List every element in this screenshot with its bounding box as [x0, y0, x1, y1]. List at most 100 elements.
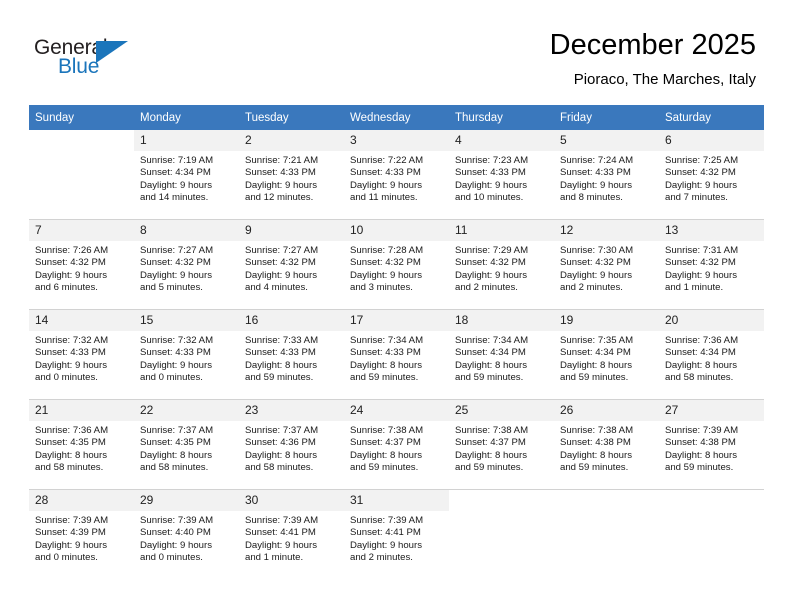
calendar-cell[interactable]: 22 Sunrise: 7:37 AM Sunset: 4:35 PM Dayligh… — [134, 399, 239, 490]
sunset-text: Sunset: 4:39 PM — [35, 527, 106, 539]
calendar-cell[interactable]: 21 Sunrise: 7:36 AM Sunset: 4:35 PM Dayligh… — [29, 399, 134, 490]
day-details: Sunrise: 7:27 AM Sunset: 4:32 PM Daylight:… — [239, 241, 344, 295]
calendar-cell[interactable]: 3 Sunrise: 7:22 AM Sunset: 4:33 PM Daylight… — [344, 130, 449, 220]
sunset-text: Sunset: 4:33 PM — [35, 347, 106, 359]
daylight-text: Daylight: 8 hours — [245, 449, 317, 461]
calendar-cell[interactable]: 17 Sunrise: 7:34 AM Sunset: 4:33 PM Dayligh… — [344, 309, 449, 400]
week-row: 1 Sunrise: 7:19 AM Sunset: 4:34 PM Daylight… — [29, 130, 764, 220]
daylight-text: and 2 minutes. — [350, 552, 413, 564]
calendar-cell[interactable]: 11 Sunrise: 7:29 AM Sunset: 4:32 PM Dayligh… — [449, 219, 554, 310]
day-cell: 5 Sunrise: 7:24 AM Sunset: 4:33 PM Daylight… — [554, 130, 659, 219]
calendar-cell[interactable]: 5 Sunrise: 7:24 AM Sunset: 4:33 PM Daylight… — [554, 130, 659, 220]
day-number: 28 — [29, 490, 134, 511]
day-number: 17 — [344, 310, 449, 331]
weekday-header-thursday: Thursday — [449, 105, 554, 130]
daylight-text: and 59 minutes. — [245, 372, 314, 384]
sunrise-text: Sunrise: 7:36 AM — [665, 335, 739, 346]
daylight-text: and 59 minutes. — [560, 372, 629, 384]
daylight-text: Daylight: 9 hours — [140, 179, 212, 191]
calendar-cell[interactable]: 20 Sunrise: 7:36 AM Sunset: 4:34 PM Dayligh… — [659, 309, 764, 400]
day-cell: 28 Sunrise: 7:39 AM Sunset: 4:39 PM Dayligh… — [29, 490, 134, 579]
day-number — [29, 130, 134, 151]
daylight-text: Daylight: 9 hours — [35, 269, 107, 281]
day-number: 23 — [239, 400, 344, 421]
calendar-cell[interactable]: 13 Sunrise: 7:31 AM Sunset: 4:32 PM Dayligh… — [659, 219, 764, 310]
daylight-text: and 3 minutes. — [350, 282, 413, 294]
calendar-cell[interactable]: 18 Sunrise: 7:34 AM Sunset: 4:34 PM Dayligh… — [449, 309, 554, 400]
daylight-text: Daylight: 9 hours — [350, 179, 422, 191]
sunrise-text: Sunrise: 7:30 AM — [560, 245, 634, 256]
calendar-cell[interactable]: 16 Sunrise: 7:33 AM Sunset: 4:33 PM Dayligh… — [239, 309, 344, 400]
calendar-cell[interactable]: 30 Sunrise: 7:39 AM Sunset: 4:41 PM Dayligh… — [239, 489, 344, 579]
day-number: 3 — [344, 130, 449, 151]
calendar-cell[interactable]: 2 Sunrise: 7:21 AM Sunset: 4:33 PM Daylight… — [239, 130, 344, 220]
calendar-cell[interactable]: 31 Sunrise: 7:39 AM Sunset: 4:41 PM Dayligh… — [344, 489, 449, 579]
calendar-cell[interactable]: 19 Sunrise: 7:35 AM Sunset: 4:34 PM Dayligh… — [554, 309, 659, 400]
daylight-text: Daylight: 9 hours — [140, 269, 212, 281]
day-number: 12 — [554, 220, 659, 241]
sunrise-text: Sunrise: 7:39 AM — [140, 515, 214, 526]
day-details: Sunrise: 7:37 AM Sunset: 4:35 PM Daylight:… — [134, 421, 239, 475]
day-details: Sunrise: 7:38 AM Sunset: 4:37 PM Daylight:… — [449, 421, 554, 475]
calendar-cell[interactable]: 7 Sunrise: 7:26 AM Sunset: 4:32 PM Daylight… — [29, 219, 134, 310]
calendar-cell[interactable]: 23 Sunrise: 7:37 AM Sunset: 4:36 PM Dayligh… — [239, 399, 344, 490]
page-subtitle: Pioraco, The Marches, Italy — [573, 71, 756, 88]
sunrise-text: Sunrise: 7:25 AM — [665, 155, 739, 166]
daylight-text: and 59 minutes. — [560, 462, 629, 474]
calendar-cell[interactable]: 6 Sunrise: 7:25 AM Sunset: 4:32 PM Daylight… — [659, 130, 764, 220]
calendar-cell — [659, 489, 764, 579]
sunset-text: Sunset: 4:38 PM — [665, 437, 736, 449]
week-row: 28 Sunrise: 7:39 AM Sunset: 4:39 PM Dayligh… — [29, 489, 764, 579]
calendar-cell[interactable]: 4 Sunrise: 7:23 AM Sunset: 4:33 PM Daylight… — [449, 130, 554, 220]
calendar-cell[interactable]: 15 Sunrise: 7:32 AM Sunset: 4:33 PM Dayligh… — [134, 309, 239, 400]
day-details: Sunrise: 7:29 AM Sunset: 4:32 PM Daylight:… — [449, 241, 554, 295]
sunset-text: Sunset: 4:32 PM — [665, 257, 736, 269]
day-cell — [449, 490, 554, 579]
calendar-cell[interactable]: 27 Sunrise: 7:39 AM Sunset: 4:38 PM Dayligh… — [659, 399, 764, 490]
day-number: 15 — [134, 310, 239, 331]
calendar-cell[interactable]: 28 Sunrise: 7:39 AM Sunset: 4:39 PM Dayligh… — [29, 489, 134, 579]
day-details: Sunrise: 7:35 AM Sunset: 4:34 PM Daylight:… — [554, 331, 659, 385]
sunset-text: Sunset: 4:33 PM — [455, 167, 526, 179]
calendar-cell[interactable]: 26 Sunrise: 7:38 AM Sunset: 4:38 PM Dayligh… — [554, 399, 659, 490]
day-number: 26 — [554, 400, 659, 421]
sunrise-text: Sunrise: 7:34 AM — [455, 335, 529, 346]
day-details: Sunrise: 7:32 AM Sunset: 4:33 PM Daylight:… — [29, 331, 134, 385]
week-row: 14 Sunrise: 7:32 AM Sunset: 4:33 PM Dayligh… — [29, 309, 764, 400]
day-cell: 21 Sunrise: 7:36 AM Sunset: 4:35 PM Dayligh… — [29, 400, 134, 489]
day-number: 18 — [449, 310, 554, 331]
calendar-cell[interactable]: 10 Sunrise: 7:28 AM Sunset: 4:32 PM Dayligh… — [344, 219, 449, 310]
day-cell: 7 Sunrise: 7:26 AM Sunset: 4:32 PM Daylight… — [29, 220, 134, 309]
daylight-text: Daylight: 9 hours — [455, 179, 527, 191]
sunrise-text: Sunrise: 7:39 AM — [350, 515, 424, 526]
daylight-text: Daylight: 8 hours — [35, 449, 107, 461]
day-cell: 10 Sunrise: 7:28 AM Sunset: 4:32 PM Dayligh… — [344, 220, 449, 309]
calendar-cell[interactable]: 1 Sunrise: 7:19 AM Sunset: 4:34 PM Daylight… — [134, 130, 239, 220]
calendar-cell[interactable]: 24 Sunrise: 7:38 AM Sunset: 4:37 PM Dayligh… — [344, 399, 449, 490]
calendar-cell[interactable]: 14 Sunrise: 7:32 AM Sunset: 4:33 PM Dayligh… — [29, 309, 134, 400]
daylight-text: and 59 minutes. — [455, 462, 524, 474]
general-blue-logo[interactable]: General Blue — [34, 36, 144, 84]
day-cell: 29 Sunrise: 7:39 AM Sunset: 4:40 PM Dayligh… — [134, 490, 239, 579]
daylight-text: Daylight: 9 hours — [35, 359, 107, 371]
calendar-cell[interactable]: 29 Sunrise: 7:39 AM Sunset: 4:40 PM Dayligh… — [134, 489, 239, 579]
page-title: December 2025 — [549, 29, 756, 61]
calendar-cell[interactable]: 25 Sunrise: 7:38 AM Sunset: 4:37 PM Dayligh… — [449, 399, 554, 490]
sunset-text: Sunset: 4:40 PM — [140, 527, 211, 539]
daylight-text: and 2 minutes. — [455, 282, 518, 294]
day-cell: 19 Sunrise: 7:35 AM Sunset: 4:34 PM Dayligh… — [554, 310, 659, 399]
daylight-text: Daylight: 9 hours — [665, 179, 737, 191]
day-details: Sunrise: 7:23 AM Sunset: 4:33 PM Daylight:… — [449, 151, 554, 205]
sunrise-text: Sunrise: 7:33 AM — [245, 335, 319, 346]
day-cell: 13 Sunrise: 7:31 AM Sunset: 4:32 PM Dayligh… — [659, 220, 764, 309]
daylight-text: and 59 minutes. — [350, 462, 419, 474]
day-details: Sunrise: 7:39 AM Sunset: 4:41 PM Daylight:… — [344, 511, 449, 565]
title-block: December 2025 Pioraco, The Marches, Ital… — [550, 28, 756, 90]
calendar-cell[interactable]: 8 Sunrise: 7:27 AM Sunset: 4:32 PM Daylight… — [134, 219, 239, 310]
daylight-text: Daylight: 8 hours — [665, 449, 737, 461]
calendar-cell[interactable]: 9 Sunrise: 7:27 AM Sunset: 4:32 PM Daylight… — [239, 219, 344, 310]
daylight-text: and 58 minutes. — [665, 372, 734, 384]
daylight-text: Daylight: 9 hours — [350, 269, 422, 281]
day-cell — [554, 490, 659, 579]
calendar-cell[interactable]: 12 Sunrise: 7:30 AM Sunset: 4:32 PM Dayligh… — [554, 219, 659, 310]
